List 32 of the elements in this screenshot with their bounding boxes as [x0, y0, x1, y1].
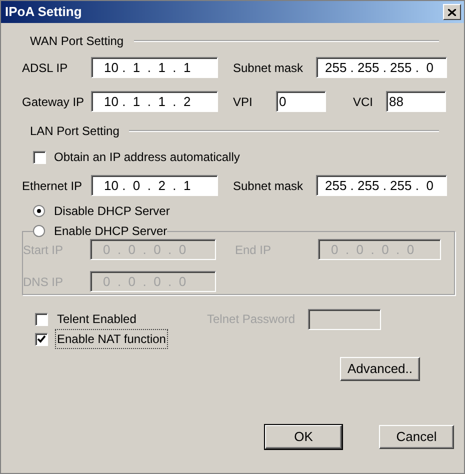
input-field[interactable]: 10 . 1 . 1 . 2: [91, 91, 218, 112]
checkbox-label: Obtain an IP address automatically: [54, 149, 240, 166]
radio-label: Enable DHCP Server: [54, 223, 168, 240]
input-field[interactable]: 88: [386, 91, 446, 112]
input-field[interactable]: 10 . 0 . 2 . 1: [91, 175, 218, 196]
field-label: Subnet mask: [233, 60, 304, 76]
button[interactable]: Cancel: [379, 425, 454, 449]
button[interactable]: Advanced..: [340, 357, 420, 381]
input-field[interactable]: 0: [276, 91, 326, 112]
input-field[interactable]: 10 . 1 . 1 . 1: [91, 57, 218, 78]
field-label: VPI: [233, 94, 254, 110]
checkbox[interactable]: [35, 312, 48, 326]
field-label: Ethernet IP: [22, 178, 84, 194]
close-icon: [448, 8, 456, 16]
field-label: ADSL IP: [22, 60, 69, 76]
field-label: VCI: [353, 94, 374, 110]
radio-label: Disable DHCP Server: [54, 203, 170, 220]
checkbox[interactable]: [33, 150, 46, 164]
checkbox-label: Telent Enabled: [57, 311, 138, 328]
field-label: Gateway IP: [22, 94, 86, 110]
window-title: IPoA Setting: [5, 3, 82, 22]
section-heading: LAN Port Setting: [29, 123, 120, 140]
button[interactable]: OK: [265, 425, 342, 449]
section-heading: WAN Port Setting: [29, 33, 125, 50]
radio-button[interactable]: [33, 225, 45, 237]
input-field[interactable]: 255 . 255 . 255 . 0: [316, 175, 447, 196]
close-button[interactable]: [443, 4, 461, 20]
checkbox-label: Enable NAT function: [55, 329, 168, 349]
input-field[interactable]: 255 . 255 . 255 . 0: [316, 57, 447, 78]
field-label: Subnet mask: [233, 178, 304, 194]
checkbox[interactable]: [35, 332, 48, 346]
radio-button[interactable]: [33, 205, 45, 217]
